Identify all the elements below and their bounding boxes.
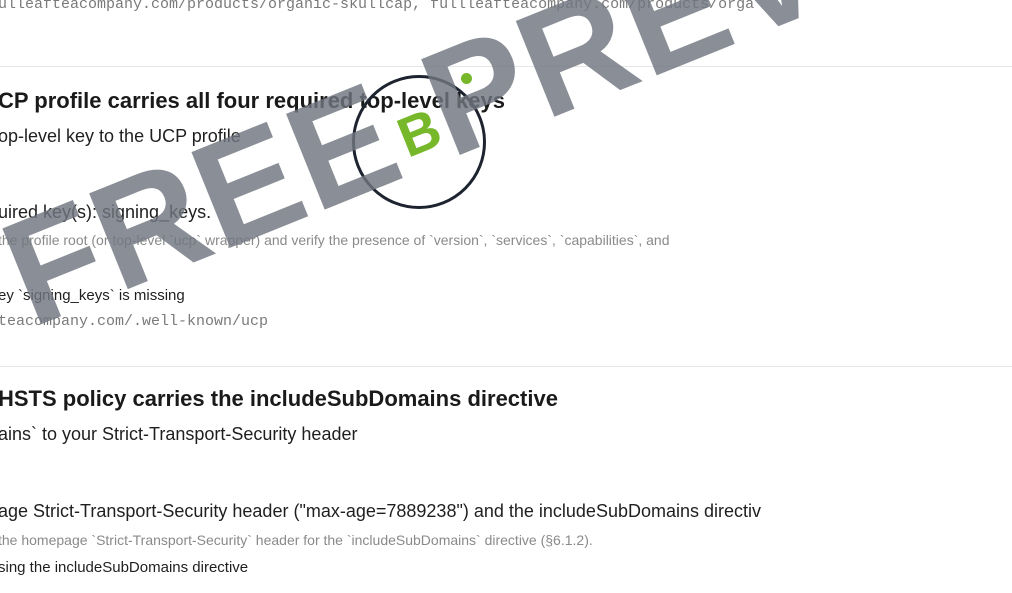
free-preview-watermark: FREE PREVIEW (0, 0, 1012, 358)
check-fix: op-level key to the UCP profile (0, 126, 241, 146)
check-method: the profile root (or top-level `ucp` wra… (0, 232, 670, 248)
urls-line: ulleafteacompany.com/products/organic-sk… (0, 0, 755, 13)
check-fix: ains` to your Strict-Transport-Security … (0, 424, 358, 444)
check-method: the homepage `Strict-Transport-Security`… (0, 532, 593, 548)
divider (0, 66, 1012, 67)
check-result: age Strict-Transport-Security header ("m… (0, 501, 762, 521)
check-evidence: ey `signing_keys` is missing (0, 287, 185, 304)
badge-dot (461, 73, 472, 84)
check-result: uired key(s): signing_keys. (0, 202, 212, 222)
divider (0, 366, 1012, 367)
grade-letter: B (388, 95, 450, 169)
grade-badge: B (352, 73, 486, 209)
check-evidence: sing the includeSubDomains directive (0, 559, 249, 576)
check-title: HSTS policy carries the includeSubDomain… (0, 386, 558, 411)
check-url: teacompany.com/.well-known/ucp (0, 313, 269, 330)
